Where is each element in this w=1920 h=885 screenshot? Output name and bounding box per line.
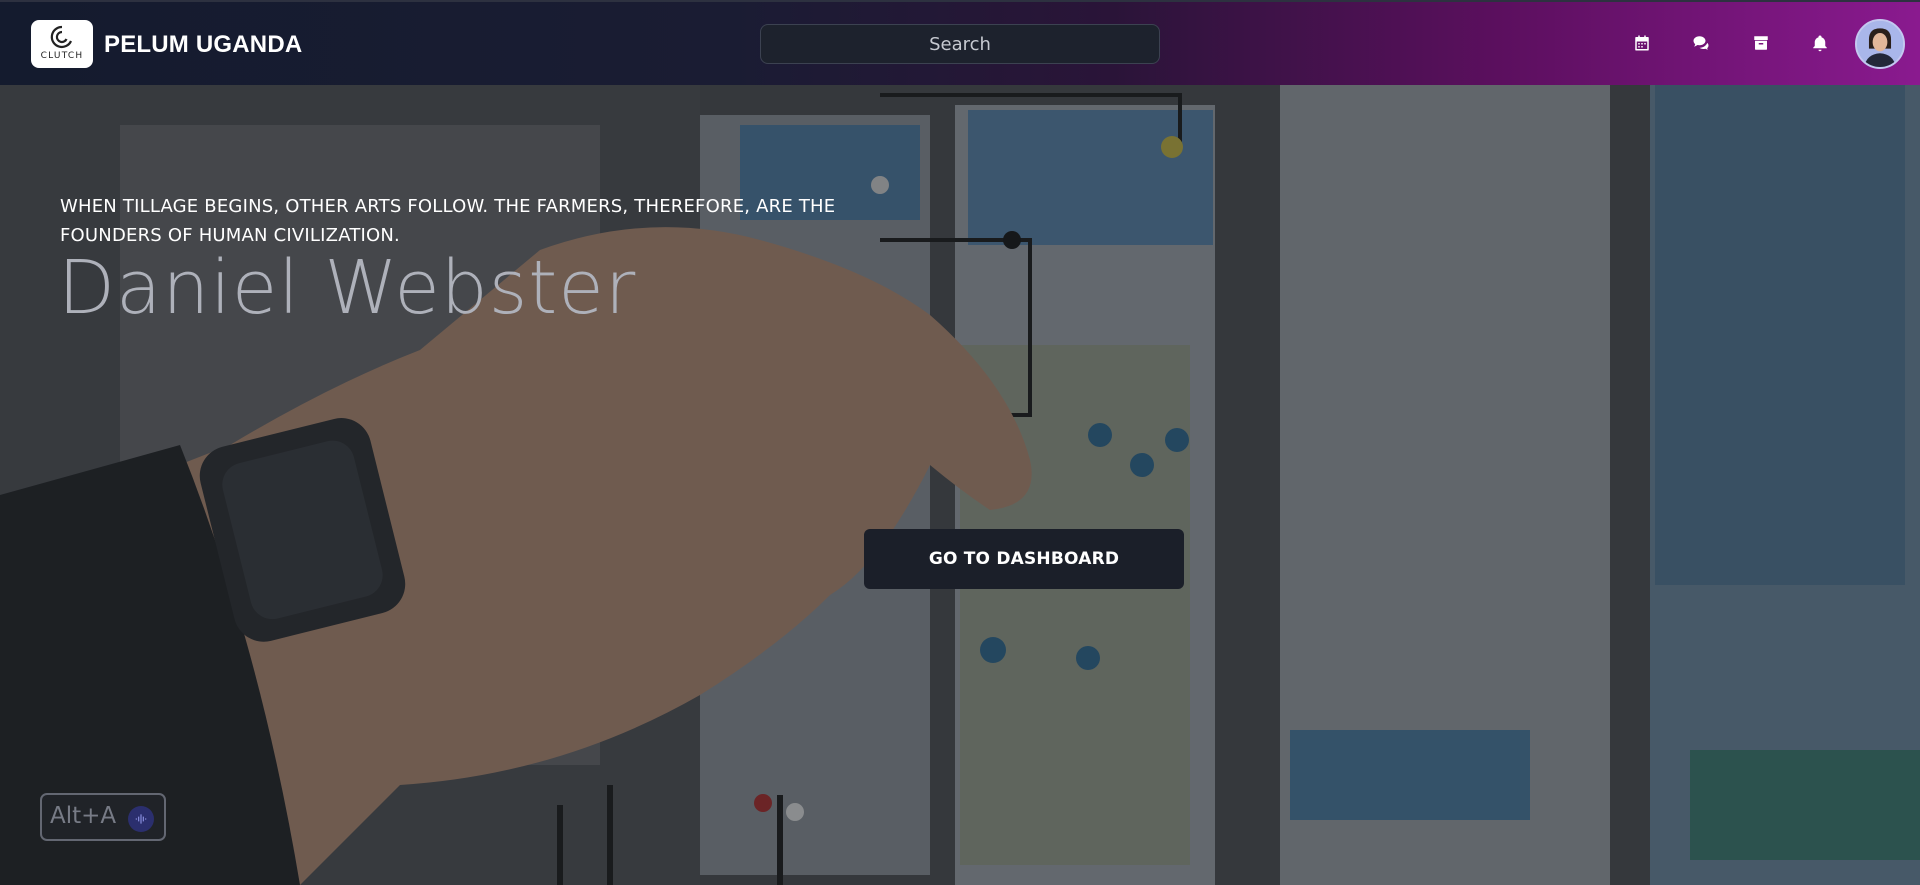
go-to-dashboard-button[interactable]: GO TO DASHBOARD	[864, 529, 1184, 589]
logo-text: CLUTCH	[40, 51, 84, 61]
brand-name[interactable]: PELUM UGANDA	[104, 31, 302, 59]
shortcut-label: Alt+A	[50, 803, 117, 829]
hero-quote: WHEN TILLAGE BEGINS, OTHER ARTS FOLLOW. …	[60, 196, 836, 246]
bell-icon[interactable]	[1809, 32, 1831, 54]
clutch-logo[interactable]: CLUTCH	[31, 20, 93, 68]
hero-section: WHEN TILLAGE BEGINS, OTHER ARTS FOLLOW. …	[0, 85, 1920, 885]
top-navbar: CLUTCH PELUM UGANDA	[0, 0, 1920, 85]
archive-icon[interactable]	[1750, 32, 1772, 54]
quote-author: Daniel Webster	[58, 245, 637, 331]
user-avatar[interactable]	[1855, 19, 1905, 69]
chat-icon[interactable]	[1690, 32, 1712, 54]
search-input[interactable]	[760, 24, 1160, 64]
calendar-icon[interactable]	[1631, 32, 1653, 54]
voice-waveform-icon	[128, 806, 154, 832]
clutch-logo-mark	[50, 25, 73, 49]
avatar-image	[1857, 21, 1903, 67]
accessibility-shortcut-badge[interactable]: Alt+A	[40, 793, 166, 841]
